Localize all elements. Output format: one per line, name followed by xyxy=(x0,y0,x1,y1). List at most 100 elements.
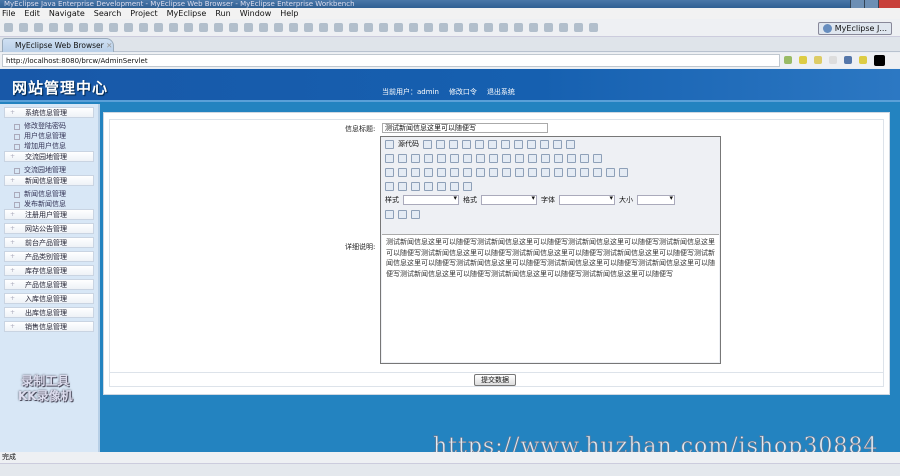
toolbar-icon[interactable] xyxy=(34,23,43,32)
editor-toolbar-icon[interactable] xyxy=(385,153,394,163)
toolbar-icon[interactable] xyxy=(49,23,58,32)
editor-toolbar-icon[interactable] xyxy=(385,181,394,191)
forward-icon[interactable] xyxy=(829,56,837,64)
editor-toolbar-icon[interactable] xyxy=(450,153,459,163)
editor-toolbar-icon[interactable] xyxy=(385,167,394,177)
toolbar-icon[interactable] xyxy=(499,23,508,32)
editor-toolbar-icon[interactable] xyxy=(514,139,523,149)
editor-toolbar-icon[interactable] xyxy=(567,167,576,177)
editor-toolbar-icon[interactable] xyxy=(437,181,446,191)
url-input[interactable]: http://localhost:8080/brcw/AdminServlet xyxy=(2,54,780,67)
menu-edit[interactable]: Edit xyxy=(24,8,40,19)
close-button[interactable] xyxy=(878,0,900,8)
menu-search[interactable]: Search xyxy=(94,8,121,19)
sidebar-group[interactable]: 产品类别管理 xyxy=(4,251,94,262)
go-icon[interactable] xyxy=(784,56,792,64)
sidebar-group[interactable]: 前台产品管理 xyxy=(4,237,94,248)
editor-content[interactable]: 测试新闻信息这里可以随便写测试新闻信息这里可以随便写测试新闻信息这里可以随便写测… xyxy=(382,234,719,362)
menu-myeclipse[interactable]: MyEclipse xyxy=(167,8,207,19)
sidebar-group[interactable]: 销售信息管理 xyxy=(4,321,94,332)
editor-toolbar-icon[interactable] xyxy=(566,139,575,149)
toolbar-icon[interactable] xyxy=(4,23,13,32)
editor-toolbar-icon[interactable] xyxy=(463,181,472,191)
menu-navigate[interactable]: Navigate xyxy=(49,8,85,19)
editor-toolbar-icon[interactable] xyxy=(423,139,432,149)
editor-toolbar-icon[interactable] xyxy=(424,167,433,177)
editor-toolbar-icon[interactable] xyxy=(593,153,602,163)
toolbar-icon[interactable] xyxy=(304,23,313,32)
toolbar-icon[interactable] xyxy=(394,23,403,32)
maximize-editor-icon[interactable] xyxy=(411,209,420,219)
editor-toolbar-icon[interactable] xyxy=(411,181,420,191)
editor-toolbar-icon[interactable] xyxy=(502,153,511,163)
sidebar-group[interactable]: 网站公告管理 xyxy=(4,223,94,234)
editor-toolbar-icon[interactable] xyxy=(580,153,589,163)
sidebar-item[interactable]: 发布新闻信息 xyxy=(4,199,94,209)
sidebar-group[interactable]: 入库信息管理 xyxy=(4,293,94,304)
editor-toolbar-icon[interactable] xyxy=(476,153,485,163)
editor-toolbar-icon[interactable] xyxy=(567,153,576,163)
toolbar-icon[interactable] xyxy=(214,23,223,32)
editor-toolbar-icon[interactable] xyxy=(437,153,446,163)
editor-toolbar-icon[interactable] xyxy=(527,139,536,149)
toolbar-icon[interactable] xyxy=(574,23,583,32)
toolbar-icon[interactable] xyxy=(439,23,448,32)
perspective-button[interactable]: MyEclipse J... xyxy=(817,22,892,35)
browser-menu-icon[interactable] xyxy=(874,55,885,66)
toolbar-icon[interactable] xyxy=(259,23,268,32)
back-icon[interactable] xyxy=(814,56,822,64)
editor-toolbar-icon[interactable] xyxy=(489,153,498,163)
editor-toolbar-icon[interactable] xyxy=(462,139,471,149)
editor-toolbar-icon[interactable] xyxy=(411,153,420,163)
editor-toolbar-icon[interactable] xyxy=(450,167,459,177)
source-button[interactable]: 源代码 xyxy=(398,139,419,149)
sidebar-group[interactable]: 库存信息管理 xyxy=(4,265,94,276)
title-input[interactable]: 测试新闻信息这里可以随便写 xyxy=(382,123,548,133)
sidebar-group[interactable]: 交流园地管理 xyxy=(4,151,94,162)
editor-toolbar-icon[interactable] xyxy=(398,181,407,191)
sidebar-group[interactable]: 新闻信息管理 xyxy=(4,175,94,186)
menu-run[interactable]: Run xyxy=(215,8,230,19)
editor-toolbar-icon[interactable] xyxy=(424,181,433,191)
text-color-icon[interactable] xyxy=(385,209,394,219)
font-select[interactable] xyxy=(559,194,615,205)
toolbar-icon[interactable] xyxy=(139,23,148,32)
editor-toolbar-icon[interactable] xyxy=(554,167,563,177)
toolbar-icon[interactable] xyxy=(199,23,208,32)
toolbar-icon[interactable] xyxy=(64,23,73,32)
editor-toolbar-icon[interactable] xyxy=(528,167,537,177)
editor-toolbar-icon[interactable] xyxy=(449,139,458,149)
toolbar-icon[interactable] xyxy=(379,23,388,32)
toolbar-icon[interactable] xyxy=(544,23,553,32)
maximize-button[interactable] xyxy=(864,0,878,8)
tab-web-browser[interactable]: MyEclipse Web Browser ✕ xyxy=(2,38,114,52)
toolbar-icon[interactable] xyxy=(109,23,118,32)
editor-toolbar-icon[interactable] xyxy=(411,167,420,177)
sidebar-group[interactable]: 系统信息管理 xyxy=(4,107,94,118)
editor-toolbar-icon[interactable] xyxy=(501,139,510,149)
toolbar-icon[interactable] xyxy=(409,23,418,32)
editor-toolbar-icon[interactable] xyxy=(515,167,524,177)
bg-color-icon[interactable] xyxy=(398,209,407,219)
editor-toolbar-icon[interactable] xyxy=(437,167,446,177)
toolbar-icon[interactable] xyxy=(154,23,163,32)
sidebar-item[interactable]: 新闻信息管理 xyxy=(4,189,94,199)
toolbar-icon[interactable] xyxy=(244,23,253,32)
sidebar-item[interactable]: 用户信息管理 xyxy=(4,131,94,141)
editor-toolbar-icon[interactable] xyxy=(398,167,407,177)
editor-toolbar-icon[interactable] xyxy=(580,167,589,177)
editor-toolbar-icon[interactable] xyxy=(619,167,628,177)
editor-toolbar-icon[interactable] xyxy=(593,167,602,177)
editor-toolbar-icon[interactable] xyxy=(463,167,472,177)
menu-help[interactable]: Help xyxy=(280,8,298,19)
toolbar-icon[interactable] xyxy=(229,23,238,32)
editor-toolbar-icon[interactable] xyxy=(540,139,549,149)
menu-file[interactable]: File xyxy=(2,8,15,19)
sidebar-item[interactable]: 交流园地管理 xyxy=(4,165,94,175)
editor-toolbar-icon[interactable] xyxy=(606,167,615,177)
sidebar-group[interactable]: 注册用户管理 xyxy=(4,209,94,220)
menu-window[interactable]: Window xyxy=(240,8,272,19)
toolbar-icon[interactable] xyxy=(19,23,28,32)
toolbar-icon[interactable] xyxy=(349,23,358,32)
editor-toolbar-icon[interactable] xyxy=(553,139,562,149)
